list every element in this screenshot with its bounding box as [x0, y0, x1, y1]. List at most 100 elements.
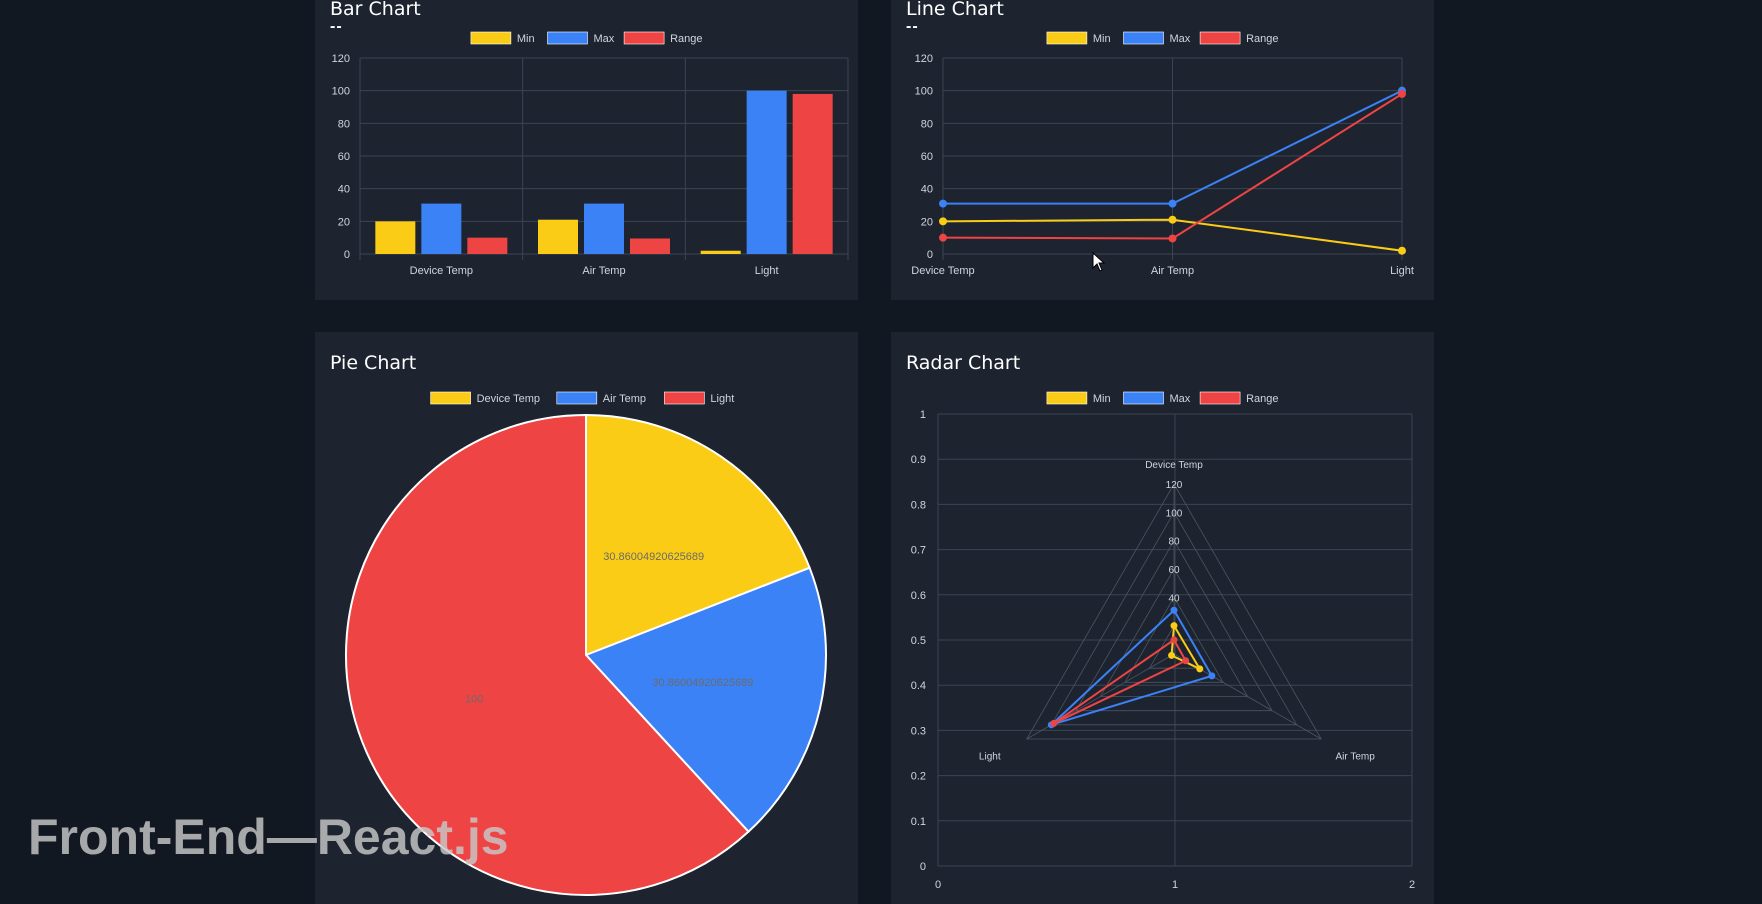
legend-swatch-max [1123, 31, 1164, 45]
radar-y-tick-0: 0 [920, 861, 926, 873]
radar-r-tick-60: 60 [1168, 565, 1180, 576]
y-tick-0: 0 [344, 249, 350, 261]
radar-point-min-2 [1168, 651, 1176, 659]
legend-label-max: Max [594, 33, 615, 45]
radar-y-tick-10: 1 [920, 409, 926, 421]
radar-chart: Min Max Range 0 0.1 0.2 0.3 0.4 0.5 0.6 0.7 0.8 0.9 1… [911, 391, 1415, 891]
radar-r-tick-120: 120 [1166, 480, 1183, 491]
bar-min-0 [375, 221, 416, 254]
radar-y-tick-1: 0.1 [911, 816, 926, 828]
y-tick-40: 40 [921, 184, 933, 196]
radar-axis-label-device-temp: Device Temp [1145, 460, 1203, 471]
radar-y-tick-4: 0.4 [911, 680, 926, 692]
bar-max-1 [584, 203, 624, 254]
y-tick-20: 20 [338, 216, 350, 228]
line-chart: Min Max Range 0 20 40 60 80 100 120 Device Temp Air… [911, 31, 1414, 277]
legend-swatch-range [623, 31, 665, 45]
legend-label-min: Min [1093, 33, 1111, 45]
legend-label-light: Light [710, 393, 734, 405]
radar-y-tick-3: 0.3 [911, 725, 926, 737]
pie-label-light: 100 [465, 694, 483, 706]
bar-chart-panel: Bar Chart -- Min Max Range 0 20 40 60 80 100 120 D… [315, 0, 858, 300]
legend-label-range: Range [1246, 393, 1278, 405]
bar-chart: Min Max Range 0 20 40 60 80 100 120 Device Temp Air… [332, 31, 849, 277]
y-tick-100: 100 [332, 86, 350, 98]
bar-max-2 [746, 90, 787, 255]
legend-swatch-min [1046, 31, 1088, 45]
y-tick-80: 80 [338, 118, 350, 130]
pie-label-air-temp: 30.86004920625689 [652, 677, 753, 689]
legend-swatch-light [664, 391, 705, 405]
point-max-1 [1168, 199, 1177, 208]
radar-point-max-0 [1170, 606, 1178, 614]
radar-r-tick-80: 80 [1168, 537, 1180, 548]
radar-point-max-1 [1208, 672, 1216, 680]
point-max-0 [939, 199, 947, 208]
x-tick-air-temp: Air Temp [1151, 265, 1194, 277]
legend-label-range: Range [670, 33, 702, 45]
y-tick-0: 0 [927, 249, 933, 261]
legend-label-min: Min [517, 33, 535, 45]
legend-label-max: Max [1170, 33, 1191, 45]
radar-axis-label-air-temp: Air Temp [1336, 751, 1376, 762]
legend-label-min: Min [1093, 393, 1111, 405]
radar-x-tick-0: 0 [935, 879, 941, 891]
y-tick-40: 40 [338, 184, 350, 196]
radar-x-tick-2: 2 [1409, 879, 1415, 891]
radar-y-tick-7: 0.7 [911, 545, 926, 557]
point-range-0 [939, 233, 947, 242]
bar-range-1 [630, 238, 670, 254]
radar-x-tick-1: 1 [1172, 879, 1178, 891]
legend-swatch-air-temp [556, 391, 598, 405]
mouse-cursor-icon [1092, 252, 1106, 272]
radar-point-range-1 [1182, 657, 1190, 665]
legend-swatch-max [1123, 391, 1164, 405]
radar-y-tick-5: 0.5 [911, 635, 926, 647]
radar-y-tick-2: 0.2 [911, 771, 926, 783]
legend-swatch-max [547, 31, 588, 45]
radar-y-tick-6: 0.6 [911, 590, 926, 602]
legend-label-device-temp: Device Temp [477, 393, 540, 405]
y-tick-80: 80 [921, 118, 933, 130]
legend-label-air-temp: Air Temp [603, 393, 646, 405]
bar-range-2 [792, 93, 833, 254]
point-range-2 [1398, 89, 1406, 98]
radar-y-tick-8: 0.8 [911, 499, 926, 511]
legend-swatch-device-temp [430, 391, 471, 405]
radar-point-range-0 [1170, 636, 1178, 644]
legend-swatch-min [470, 31, 512, 45]
legend-label-range: Range [1246, 33, 1278, 45]
y-tick-20: 20 [921, 216, 933, 228]
legend-swatch-min [1046, 391, 1088, 405]
bar-min-2 [700, 250, 741, 254]
legend-label-max: Max [1170, 393, 1191, 405]
x-tick-air-temp: Air Temp [582, 265, 625, 277]
radar-point-range-2 [1050, 719, 1058, 727]
point-min-1 [1168, 215, 1177, 224]
y-tick-120: 120 [332, 53, 350, 65]
legend-swatch-range [1199, 31, 1241, 45]
bar-min-1 [538, 219, 578, 254]
x-tick-light: Light [755, 265, 779, 277]
radar-axis-label-light: Light [979, 751, 1001, 762]
bar-range-0 [467, 237, 508, 254]
point-min-0 [939, 217, 947, 226]
legend-swatch-range [1199, 391, 1241, 405]
radar-r-tick-40: 40 [1168, 593, 1180, 604]
watermark-text: Front-End—React.js [28, 809, 509, 865]
radar-point-min-0 [1170, 622, 1178, 630]
line-chart-panel: Line Chart -- Min Max Range 0 20 40 60 80 100 120… [891, 0, 1434, 300]
bar-max-0 [421, 203, 462, 254]
y-tick-100: 100 [915, 86, 933, 98]
x-tick-device-temp: Device Temp [911, 265, 974, 277]
point-range-1 [1168, 234, 1177, 243]
y-tick-60: 60 [338, 151, 350, 163]
radar-point-min-1 [1196, 665, 1204, 673]
radar-y-tick-9: 0.9 [911, 454, 926, 466]
radar-r-tick-100: 100 [1166, 508, 1183, 519]
radar-chart-panel: Radar Chart Min Max Range 0 0.1 0.2 0.3 0.4 0.5 0… [891, 332, 1434, 904]
x-tick-device-temp: Device Temp [410, 265, 473, 277]
pie-label-device-temp: 30.86004920625689 [603, 551, 704, 563]
y-tick-60: 60 [921, 151, 933, 163]
point-min-2 [1398, 246, 1406, 255]
